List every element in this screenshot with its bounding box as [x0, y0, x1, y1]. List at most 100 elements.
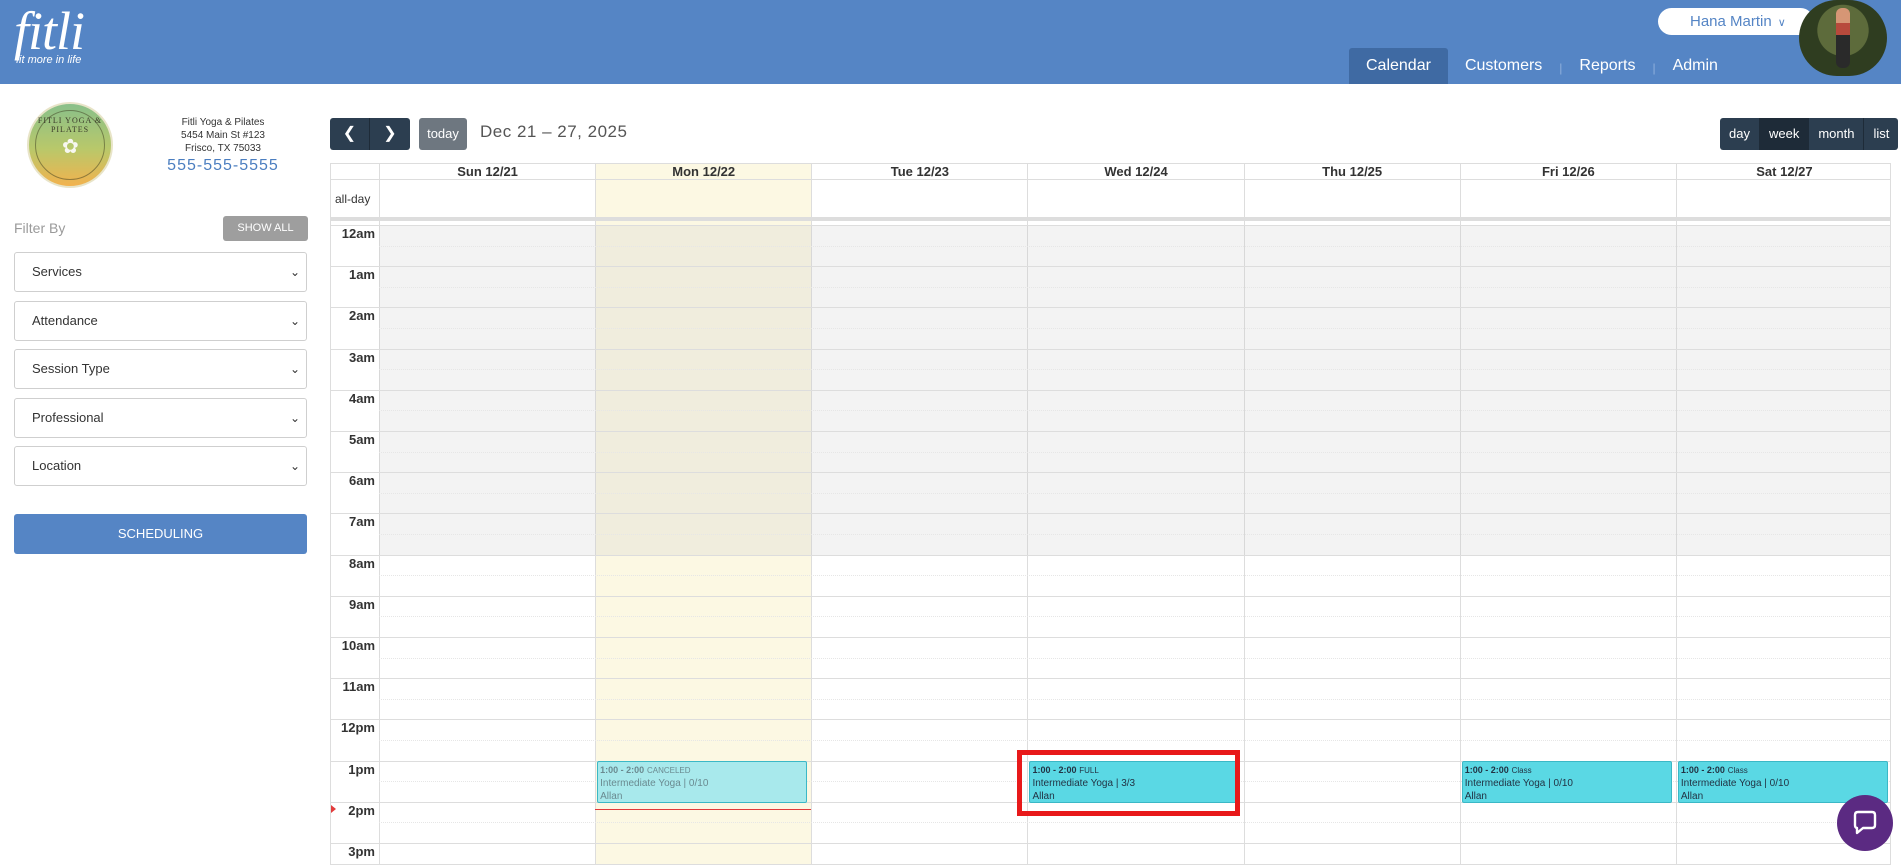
filter-by-label: Filter By: [14, 220, 66, 236]
hour-line: [331, 348, 1890, 350]
chevron-down-icon: ∨: [1777, 17, 1786, 29]
hour-label: 10am: [341, 638, 375, 653]
time-grid[interactable]: 12am 1am 2am 3am 4am 5am 6am 7am 8am 9am 10am 11am 1…: [331, 225, 1890, 864]
main-nav: Calendar Customers | Reports | Admin: [1349, 48, 1735, 84]
half-hour-line: [379, 410, 1890, 412]
logo-wordmark: fitli: [14, 1, 85, 61]
studio-info: Fitli Yoga & Pilates 5454 Main St #123 F…: [160, 116, 286, 155]
view-switcher: day week month list: [1720, 118, 1899, 150]
next-week-button[interactable]: ❯: [370, 118, 410, 150]
nav-reports[interactable]: Reports: [1562, 48, 1652, 84]
select-value: Professional: [32, 410, 104, 425]
half-hour-line: [379, 245, 1890, 247]
view-week-button[interactable]: week: [1759, 118, 1810, 150]
half-hour-line: [379, 616, 1890, 618]
hour-label: 8am: [348, 555, 375, 571]
half-hour-line: [379, 492, 1890, 494]
view-list-button[interactable]: list: [1864, 118, 1898, 150]
top-bar: fitli fit more in life Hana Martin ∨ Cale…: [0, 0, 1901, 84]
hour-line: [331, 554, 1890, 556]
current-time-line: [595, 808, 812, 810]
half-hour-line: [379, 451, 1890, 453]
hour-line: [331, 389, 1890, 391]
hour-line: [331, 513, 1890, 515]
select-value: Session Type: [32, 361, 110, 376]
hour-label: 2am: [348, 308, 375, 324]
day-header[interactable]: Thu 12/25: [1243, 164, 1460, 180]
user-name: Hana Martin: [1690, 13, 1772, 30]
select-value: Location: [32, 458, 82, 473]
user-menu[interactable]: Hana Martin ∨: [1658, 8, 1814, 35]
nav-calendar[interactable]: Calendar: [1349, 48, 1448, 84]
hour-line: [331, 472, 1890, 474]
hour-line: [331, 843, 1890, 844]
day-header-row: Sun 12/21 Mon 12/22 Tue 12/23 Wed 12/24 Thu …: [331, 164, 1890, 180]
calendar-event[interactable]: 1:00 - 2:00 CANCELED Intermediate Yoga | …: [597, 760, 808, 803]
hour-label: 5am: [348, 432, 375, 447]
professional-select[interactable]: Professional ⌄: [14, 398, 307, 438]
all-day-row[interactable]: all-day: [331, 180, 1890, 221]
location-select[interactable]: Location ⌄: [14, 446, 307, 486]
view-month-button[interactable]: month: [1809, 118, 1865, 150]
day-header[interactable]: Sun 12/21: [379, 164, 595, 180]
day-header[interactable]: Fri 12/26: [1459, 164, 1676, 180]
avatar[interactable]: [1799, 0, 1887, 76]
session-type-select[interactable]: Session Type ⌄: [14, 349, 307, 389]
day-header[interactable]: Wed 12/24: [1027, 164, 1243, 180]
studio-phone[interactable]: 555-555-5555: [160, 157, 286, 175]
hour-label: 6am: [348, 473, 375, 489]
attendance-select[interactable]: Attendance ⌄: [14, 301, 307, 341]
show-all-button[interactable]: SHOW ALL: [223, 216, 308, 241]
all-day-label: all-day: [335, 192, 371, 206]
half-hour-line: [379, 286, 1890, 288]
hour-label: 2pm: [348, 802, 375, 818]
half-hour-line: [379, 657, 1890, 659]
half-hour-line: [379, 328, 1890, 329]
chevron-left-icon: ❮: [342, 125, 357, 142]
event-tag: CANCELED: [646, 765, 691, 775]
hour-line: [331, 678, 1890, 680]
select-value: Attendance: [32, 313, 98, 328]
scheduling-button[interactable]: SCHEDULING: [14, 514, 307, 554]
event-tag: Class: [1727, 765, 1748, 775]
event-title: Intermediate Yoga | 0/10: [600, 777, 709, 789]
studio-address-line1: 5454 Main St #123: [181, 130, 265, 141]
chevron-down-icon: ⌄: [289, 459, 300, 473]
hour-line: [331, 595, 1890, 597]
chat-button[interactable]: [1837, 795, 1893, 851]
today-button[interactable]: today: [419, 118, 467, 150]
nav-customers[interactable]: Customers: [1448, 48, 1559, 84]
calendar-event[interactable]: 1:00 - 2:00 Class Intermediate Yoga | 0/1…: [1461, 760, 1672, 803]
chevron-down-icon: ⌄: [289, 362, 300, 376]
hour-line: [331, 637, 1890, 638]
day-header[interactable]: Sat 12/27: [1675, 164, 1890, 180]
view-day-button[interactable]: day: [1720, 118, 1760, 150]
prev-week-button[interactable]: ❮: [330, 118, 370, 150]
hour-label: 3am: [348, 349, 375, 365]
half-hour-line: [379, 863, 1890, 864]
day-header[interactable]: Mon 12/22: [595, 164, 811, 180]
hour-label: 9am: [348, 596, 375, 612]
event-instructor: Allan: [600, 790, 623, 802]
half-hour-line: [379, 534, 1890, 535]
highlight-box: [1017, 749, 1240, 816]
event-time: 1:00 - 2:00: [1464, 764, 1509, 775]
day-header[interactable]: Tue 12/23: [811, 164, 1027, 180]
hour-label: 11am: [342, 679, 375, 695]
event-title: Intermediate Yoga | 0/10: [1464, 777, 1573, 789]
date-range-title: Dec 21 – 27, 2025: [480, 122, 628, 141]
fitli-logo[interactable]: fitli fit more in life: [14, 1, 85, 66]
hour-label: 3pm: [348, 844, 375, 859]
nav-admin[interactable]: Admin: [1656, 48, 1735, 84]
chevron-right-icon: ❯: [383, 125, 397, 142]
studio-address-line2: Frisco, TX 75033: [185, 143, 261, 154]
meditation-icon: ✿: [62, 136, 79, 158]
chevron-down-icon: ⌄: [289, 265, 300, 279]
logo-tagline: fit more in life: [16, 54, 82, 66]
studio-name: Fitli Yoga & Pilates: [181, 117, 265, 128]
services-select[interactable]: Services ⌄: [14, 252, 307, 292]
chat-icon: [1853, 810, 1877, 835]
prev-next-group: ❮ ❯: [330, 118, 410, 150]
half-hour-line: [379, 740, 1890, 741]
event-tag: Class: [1511, 765, 1532, 775]
